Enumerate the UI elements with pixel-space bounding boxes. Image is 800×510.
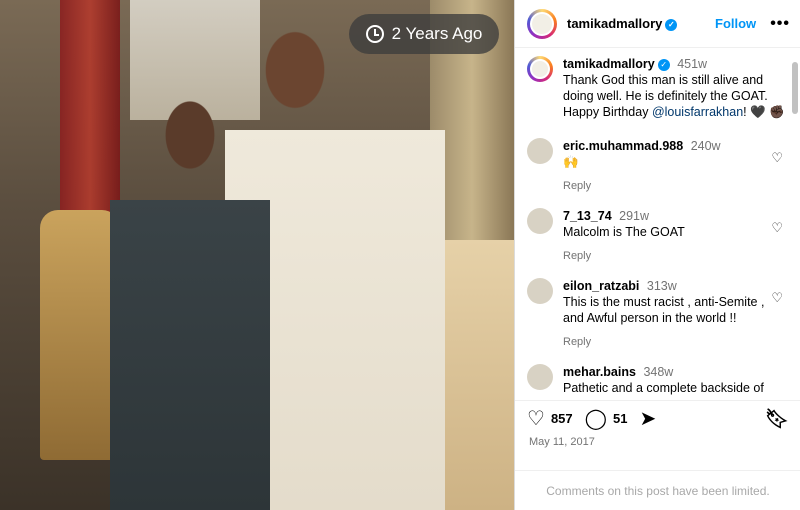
- clock-icon: [365, 25, 384, 43]
- follow-button[interactable]: Follow: [715, 16, 756, 31]
- commenter-username[interactable]: 7_13_74: [563, 209, 612, 223]
- commenter-username[interactable]: eilon_ratzabi: [563, 279, 639, 293]
- commenter-username[interactable]: mehar.bains: [563, 365, 636, 379]
- time-ago-text: 2 Years Ago: [391, 24, 483, 43]
- like-count: 857: [550, 411, 573, 426]
- commenter-avatar[interactable]: [527, 278, 553, 304]
- comment-like-heart-icon[interactable]: ♡: [771, 150, 783, 166]
- comment-like-heart-icon[interactable]: ♡: [771, 220, 783, 236]
- commenter-avatar[interactable]: [527, 138, 553, 164]
- post-actions-bar: ♡ 857 ◯ 51 ➤ 🔖︎: [515, 400, 800, 436]
- comment-text: This is the must racist , anti-Semite , …: [563, 295, 765, 325]
- post-header: tamikadmallory ✓ Follow •••: [515, 0, 800, 48]
- comment-text: Pathetic and a complete backside of: [563, 381, 764, 395]
- photo-chair: [40, 210, 120, 460]
- reply-button[interactable]: Reply: [563, 178, 773, 194]
- paper-plane-icon: ➤: [639, 407, 657, 430]
- photo-person-woman: [110, 60, 270, 510]
- caption-time: 451w: [677, 57, 708, 71]
- speech-bubble-icon: ◯: [584, 407, 608, 430]
- more-options-icon[interactable]: •••: [770, 15, 790, 33]
- comment-like-heart-icon[interactable]: ♡: [771, 290, 783, 306]
- commenter-username[interactable]: eric.muhammad.988: [563, 139, 683, 153]
- post-caption: tamikadmallory ✓ 451w Thank God this man …: [527, 56, 787, 120]
- comment-time: 348w: [643, 365, 674, 379]
- post-date: May 11, 2017: [529, 436, 595, 448]
- comments-limited-notice: Comments on this post have been limited.: [515, 470, 800, 510]
- caption-username[interactable]: tamikadmallory: [563, 57, 655, 71]
- caption-mention-link[interactable]: @louisfarrakhan: [652, 105, 743, 119]
- caption-emoji: ! 🖤 ✊🏿: [743, 105, 785, 119]
- post-side-panel: tamikadmallory ✓ Follow ••• tamikadmallor…: [514, 0, 800, 510]
- like-button[interactable]: ♡ 857: [527, 409, 573, 429]
- comment-text: 🙌: [563, 155, 579, 169]
- heart-icon: ♡: [527, 407, 545, 430]
- commenter-avatar[interactable]: [527, 208, 553, 234]
- scrollbar-thumb[interactable]: [792, 62, 798, 114]
- caption-avatar[interactable]: [527, 56, 553, 82]
- author-username[interactable]: tamikadmallory ✓: [567, 16, 678, 31]
- comment-item: eilon_ratzabi 313w This is the must raci…: [527, 278, 787, 350]
- comment-button[interactable]: ◯ 51: [585, 409, 628, 429]
- author-avatar[interactable]: [527, 8, 557, 39]
- verified-badge-icon: ✓: [665, 18, 678, 31]
- comment-item: eric.muhammad.988 240w 🙌 Reply ♡: [527, 138, 787, 194]
- verified-badge-icon: ✓: [657, 58, 670, 71]
- share-button[interactable]: ➤: [640, 409, 657, 429]
- reply-button[interactable]: Reply: [563, 334, 773, 350]
- commenter-avatar[interactable]: [527, 364, 553, 390]
- comment-time: 291w: [619, 209, 650, 223]
- comment-item: mehar.bains 348w Pathetic and a complete…: [527, 364, 787, 396]
- reply-button[interactable]: Reply: [563, 248, 773, 264]
- time-ago-badge: 2 Years Ago: [349, 14, 499, 54]
- comments-list[interactable]: tamikadmallory ✓ 451w Thank God this man …: [515, 56, 800, 396]
- comment-time: 240w: [690, 139, 721, 153]
- comments-scrollbar[interactable]: [792, 56, 798, 396]
- bookmark-icon[interactable]: 🔖︎: [765, 407, 789, 431]
- comment-count: 51: [613, 411, 628, 426]
- comment-item: 7_13_74 291w Malcolm is The GOAT Reply ♡: [527, 208, 787, 264]
- post-photo[interactable]: 2 Years Ago: [0, 0, 514, 510]
- comment-text: Malcolm is The GOAT: [563, 225, 685, 239]
- comment-time: 313w: [646, 279, 677, 293]
